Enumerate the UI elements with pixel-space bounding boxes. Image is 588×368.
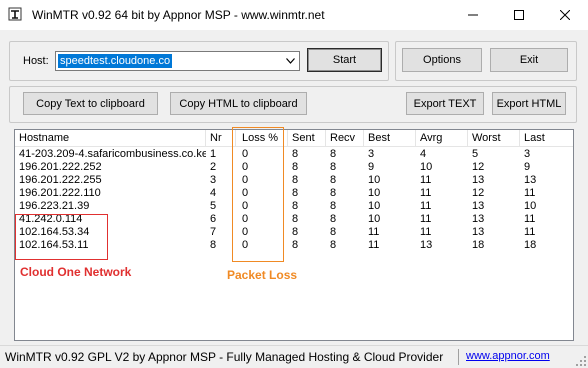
minimize-icon — [468, 14, 478, 16]
copy-html-button[interactable]: Copy HTML to clipboard — [170, 92, 307, 115]
table-row[interactable]: 41-203.209-4.safaricombusiness.co.ke 1 0… — [15, 148, 573, 161]
host-input-value[interactable]: speedtest.cloudone.co — [58, 54, 173, 68]
winmtr-app-icon — [8, 7, 22, 21]
table-header: Hostname Nr Loss % Sent Recv Best Avrg W… — [15, 130, 573, 147]
cell-last: 11 — [524, 213, 536, 225]
cell-best: 11 — [368, 226, 380, 238]
cell-recv: 8 — [330, 226, 337, 238]
cell-worst: 13 — [472, 213, 485, 225]
cell-sent: 8 — [292, 200, 299, 212]
cell-avrg: 11 — [420, 213, 432, 225]
cell-worst: 13 — [472, 174, 485, 186]
cell-worst: 5 — [472, 148, 479, 160]
cell-worst: 13 — [472, 226, 485, 238]
cell-avrg: 11 — [420, 226, 432, 238]
cell-avrg: 11 — [420, 174, 432, 186]
maximize-button[interactable] — [496, 0, 542, 30]
packet-loss-label: Packet Loss — [227, 268, 298, 282]
cell-hostname: 196.201.222.255 — [19, 174, 102, 186]
table-row[interactable]: 196.201.222.110 4 0 8 8 10 11 12 11 — [15, 187, 573, 200]
title-bar: WinMTR v0.92 64 bit by Appnor MSP - www.… — [0, 0, 588, 30]
combo-dropdown-button[interactable] — [282, 52, 299, 70]
column-header-worst[interactable]: Worst — [468, 130, 520, 146]
exit-button[interactable]: Exit — [490, 48, 568, 72]
cell-last: 10 — [524, 200, 537, 212]
column-header-sent[interactable]: Sent — [288, 130, 326, 146]
cell-sent: 8 — [292, 148, 299, 160]
cell-last: 18 — [524, 239, 537, 251]
cloud-one-highlight-box — [15, 214, 108, 260]
cell-avrg: 4 — [420, 148, 427, 160]
appnor-link[interactable]: www.appnor.com — [466, 350, 550, 362]
options-button[interactable]: Options — [402, 48, 482, 72]
table-row[interactable]: 196.201.222.255 3 0 8 8 10 11 13 13 — [15, 174, 573, 187]
cell-worst: 13 — [472, 200, 485, 212]
minimize-button[interactable] — [450, 0, 496, 30]
cell-worst: 12 — [472, 161, 485, 173]
cell-hostname: 41-203.209-4.safaricombusiness.co.ke — [19, 148, 206, 160]
cell-sent: 8 — [292, 226, 299, 238]
copy-text-button[interactable]: Copy Text to clipboard — [23, 92, 158, 115]
cell-sent: 8 — [292, 239, 299, 251]
maximize-icon — [514, 10, 524, 20]
cell-avrg: 10 — [420, 161, 433, 173]
cell-avrg: 11 — [420, 200, 432, 212]
cell-recv: 8 — [330, 161, 337, 173]
resize-grip-icon[interactable] — [576, 356, 586, 366]
cell-last: 11 — [524, 226, 536, 238]
cell-best: 9 — [368, 161, 375, 173]
cell-sent: 8 — [292, 187, 299, 199]
cell-avrg: 13 — [420, 239, 433, 251]
cell-recv: 8 — [330, 239, 337, 251]
cell-recv: 8 — [330, 187, 337, 199]
window-title: WinMTR v0.92 64 bit by Appnor MSP - www.… — [32, 8, 325, 22]
cell-recv: 8 — [330, 200, 337, 212]
close-icon — [560, 10, 570, 20]
cell-best: 10 — [368, 187, 381, 199]
cell-recv: 8 — [330, 148, 337, 160]
cell-recv: 8 — [330, 174, 337, 186]
column-header-avrg[interactable]: Avrg — [416, 130, 468, 146]
cell-best: 10 — [368, 200, 381, 212]
cell-hostname: 196.201.222.252 — [19, 161, 102, 173]
table-row[interactable]: 196.223.21.39 5 0 8 8 10 11 13 10 — [15, 200, 573, 213]
column-header-recv[interactable]: Recv — [326, 130, 364, 146]
column-header-hostname[interactable]: Hostname — [15, 130, 206, 146]
cell-best: 10 — [368, 213, 381, 225]
status-separator — [458, 349, 459, 365]
host-combobox[interactable]: speedtest.cloudone.co — [55, 51, 300, 71]
cell-best: 3 — [368, 148, 375, 160]
cell-sent: 8 — [292, 213, 299, 225]
cell-worst: 18 — [472, 239, 485, 251]
packet-loss-highlight-box — [232, 127, 284, 262]
chevron-down-icon — [286, 58, 295, 64]
cell-sent: 8 — [292, 161, 299, 173]
start-button[interactable]: Start — [307, 48, 382, 72]
cell-last: 3 — [524, 148, 531, 160]
host-label: Host: — [23, 55, 49, 67]
close-button[interactable] — [542, 0, 588, 30]
cell-worst: 12 — [472, 187, 485, 199]
cell-hostname: 196.201.222.110 — [19, 187, 101, 199]
cell-hostname: 196.223.21.39 — [19, 200, 90, 212]
cell-last: 13 — [524, 174, 537, 186]
status-bar: WinMTR v0.92 GPL V2 by Appnor MSP - Full… — [0, 345, 588, 368]
export-text-button[interactable]: Export TEXT — [406, 92, 484, 115]
status-text: WinMTR v0.92 GPL V2 by Appnor MSP - Full… — [5, 350, 444, 364]
cell-best: 10 — [368, 174, 381, 186]
column-header-last[interactable]: Last — [520, 130, 573, 146]
cell-recv: 8 — [330, 213, 337, 225]
cloud-one-network-label: Cloud One Network — [20, 265, 132, 279]
cell-last: 9 — [524, 161, 531, 173]
cell-last: 11 — [524, 187, 536, 199]
column-header-best[interactable]: Best — [364, 130, 416, 146]
table-row[interactable]: 196.201.222.252 2 0 8 8 9 10 12 9 — [15, 161, 573, 174]
export-html-button[interactable]: Export HTML — [492, 92, 566, 115]
cell-sent: 8 — [292, 174, 299, 186]
cell-best: 11 — [368, 239, 380, 251]
cell-avrg: 11 — [420, 187, 432, 199]
